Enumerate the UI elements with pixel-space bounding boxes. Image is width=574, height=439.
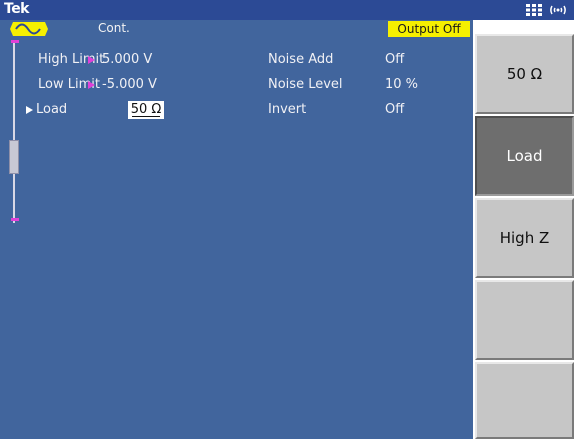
grid-icon xyxy=(526,4,542,16)
scroll-bottom-marker xyxy=(11,218,19,221)
softkey-load[interactable]: Load xyxy=(475,116,574,196)
softkey-50-ohm[interactable]: 50 Ω xyxy=(475,34,574,114)
softkey-high-z[interactable]: High Z xyxy=(475,198,574,278)
softkey-blank-4[interactable] xyxy=(475,280,574,360)
sine-wave-icon xyxy=(10,22,48,36)
scroll-top-marker xyxy=(11,40,19,43)
load-value-field[interactable]: 50 Ω xyxy=(128,101,164,119)
param-name: Load xyxy=(36,102,68,117)
param-row-high-limit[interactable]: High Limit 5.000 V Noise Add Off xyxy=(0,50,473,70)
marker-pointer-icon xyxy=(88,56,95,64)
param-row-load[interactable]: Load 50 Ω Invert Off xyxy=(0,100,473,120)
scroll-thumb[interactable] xyxy=(9,140,19,174)
brand-logo: Tek xyxy=(4,1,30,17)
status-bar: Tek xyxy=(0,0,574,20)
softkey-blank-5[interactable] xyxy=(475,362,574,439)
marker-pointer-icon xyxy=(88,81,95,89)
status-icons xyxy=(526,2,568,18)
parameter-panel: Cont. Output Off High Limit 5.000 V Nois… xyxy=(0,20,473,439)
softkey-panel: 50 Ω Load High Z xyxy=(473,20,574,439)
run-mode-label: Cont. xyxy=(98,21,130,35)
param-value: 10 % xyxy=(385,77,419,92)
param-value: Off xyxy=(385,52,405,67)
param-row-low-limit[interactable]: Low Limit -5.000 V Noise Level 10 % xyxy=(0,75,473,95)
param-name: Noise Level xyxy=(268,77,343,92)
param-value: Off xyxy=(385,102,405,117)
param-value: -5.000 V xyxy=(102,77,157,92)
output-status-badge: Output Off xyxy=(388,21,470,37)
param-name: Invert xyxy=(268,102,307,117)
param-name: Noise Add xyxy=(268,52,334,67)
param-value: 5.000 V xyxy=(102,52,153,67)
selection-arrow-icon xyxy=(26,106,33,114)
wireless-icon xyxy=(550,5,566,15)
